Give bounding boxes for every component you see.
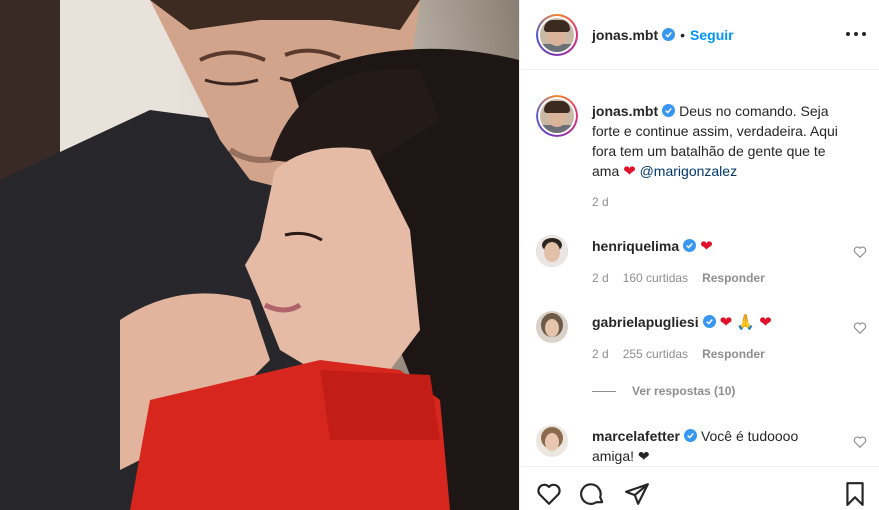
comments-list[interactable]: jonas.mbt Deus no comando. Seja forte e c… (520, 71, 879, 466)
comment-time: 2 d (592, 271, 609, 285)
verified-badge-icon (702, 315, 716, 328)
comment-avatar[interactable] (536, 425, 568, 457)
heart-icon[interactable] (853, 245, 867, 259)
view-replies-button[interactable]: Ver respostas (10) (592, 384, 735, 398)
post-photo-illustration (0, 0, 519, 510)
author-avatar[interactable] (536, 13, 578, 56)
view-replies-label: Ver respostas (10) (632, 384, 736, 398)
reply-button[interactable]: Responder (702, 271, 765, 285)
follow-button[interactable]: Seguir (690, 27, 734, 43)
author-username[interactable]: jonas.mbt (592, 27, 658, 43)
comment-username[interactable]: henriquelima (592, 238, 679, 254)
bookmark-icon[interactable] (842, 481, 868, 507)
post-view: jonas.mbt • Seguir jonas.mbt Deus no com… (0, 0, 879, 510)
comment-icon[interactable] (580, 481, 606, 507)
caption-avatar[interactable] (536, 95, 578, 137)
comment-meta: 2 d 255 curtidas Responder (592, 347, 765, 361)
heart-icon[interactable] (853, 435, 867, 449)
caption-time: 2 d (592, 195, 609, 209)
comment-avatar[interactable] (536, 235, 568, 267)
heart-emoji: ❤ (623, 163, 636, 180)
comment-emoji: ❤ (700, 238, 713, 255)
heart-icon[interactable] (536, 481, 562, 507)
comment-username[interactable]: gabrielapugliesi (592, 314, 699, 330)
share-icon[interactable] (624, 481, 650, 507)
post-actions-bar (520, 466, 879, 510)
comment-body: marcelafetter Você é tudoooo amiga! ❤ (592, 426, 842, 466)
post-photo[interactable] (0, 0, 519, 510)
verified-badge-icon (662, 28, 676, 41)
caption-username[interactable]: jonas.mbt (592, 103, 658, 119)
comment-avatar[interactable] (536, 311, 568, 343)
comment-likes[interactable]: 160 curtidas (623, 271, 688, 285)
comment-username[interactable]: marcelafetter (592, 428, 680, 444)
caption-body: jonas.mbt Deus no comando. Seja forte e c… (592, 101, 842, 182)
comment-item: gabrielapugliesi ❤ 🙏 ❤ 2 d 255 curtidas R… (536, 311, 871, 371)
comment-body: henriquelima ❤ (592, 236, 842, 257)
caption-meta: 2 d (592, 195, 609, 209)
comment-item: henriquelima ❤ 2 d 160 curtidas Responder (536, 235, 871, 295)
comment-body: gabrielapugliesi ❤ 🙏 ❤ (592, 312, 842, 333)
post-side-panel: jonas.mbt • Seguir jonas.mbt Deus no com… (519, 0, 879, 510)
comment-time: 2 d (592, 347, 609, 361)
comment-meta: 2 d 160 curtidas Responder (592, 271, 765, 285)
verified-badge-icon (662, 104, 676, 117)
heart-icon[interactable] (853, 321, 867, 335)
caption-mention[interactable]: @marigonzalez (640, 163, 737, 179)
comment-likes[interactable]: 255 curtidas (623, 347, 688, 361)
post-header: jonas.mbt • Seguir (520, 0, 879, 70)
comment-emoji: ❤ 🙏 ❤ (719, 314, 772, 331)
reply-button[interactable]: Responder (702, 347, 765, 361)
more-options-icon[interactable] (846, 24, 866, 44)
verified-badge-icon (683, 429, 697, 442)
separator-dot: • (680, 26, 686, 43)
verified-badge-icon (683, 239, 697, 252)
comment-item: marcelafetter Você é tudoooo amiga! ❤ (536, 425, 871, 466)
replies-divider (592, 390, 616, 392)
caption: jonas.mbt Deus no comando. Seja forte e c… (536, 95, 871, 215)
comment-emoji: ❤ (637, 448, 650, 464)
